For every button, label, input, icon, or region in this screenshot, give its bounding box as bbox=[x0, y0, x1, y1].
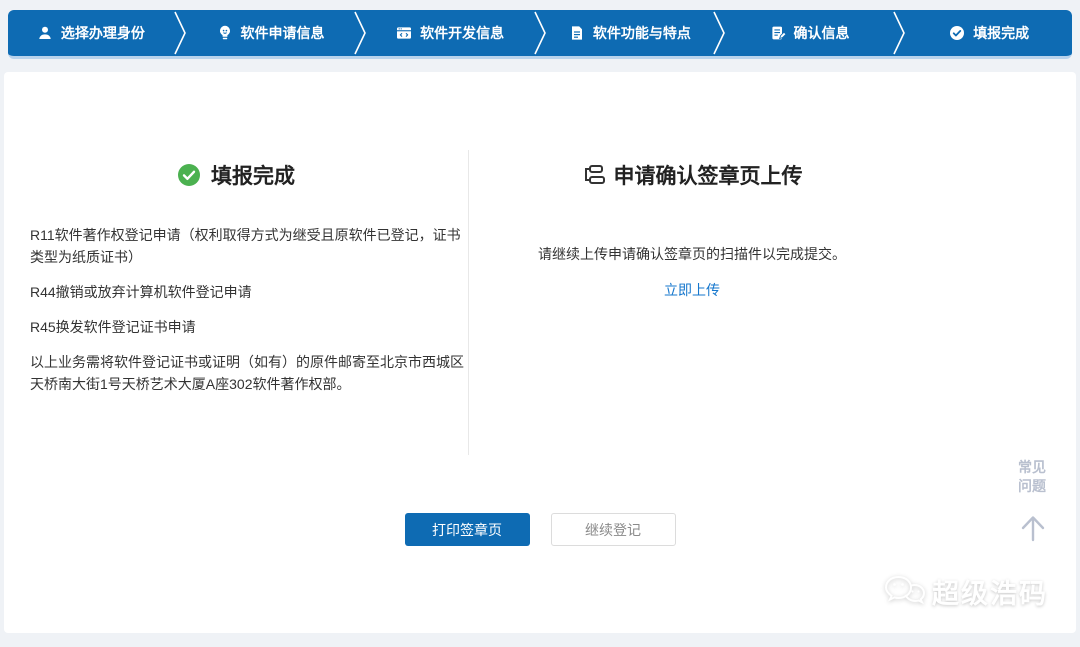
clipboard-edit-icon bbox=[770, 25, 786, 41]
step-label: 填报完成 bbox=[973, 25, 1030, 41]
column-divider bbox=[468, 150, 469, 455]
step-separator bbox=[892, 10, 906, 56]
main-panel: 填报完成 R11软件著作权登记申请（权利取得方式为继受且原软件已登记，证书类型为… bbox=[4, 72, 1076, 633]
upload-heading: 申请确认签章页上传 bbox=[472, 160, 912, 190]
step-complete[interactable]: 填报完成 bbox=[906, 10, 1072, 56]
notice-text-block: R11软件著作权登记申请（权利取得方式为继受且原软件已登记，证书类型为纸质证书）… bbox=[30, 224, 466, 408]
notice-paragraph: R44撤销或放弃计算机软件登记申请 bbox=[30, 284, 252, 300]
stepper-bar: 选择办理身份 软件申请信息 软件开发信息 软件功能与特点 确认信息 填报完成 bbox=[8, 10, 1072, 59]
upload-title: 申请确认签章页上传 bbox=[613, 165, 803, 188]
step-development-info[interactable]: 软件开发信息 bbox=[367, 10, 533, 56]
print-signature-page-button[interactable]: 打印签章页 bbox=[404, 513, 530, 546]
step-separator bbox=[533, 10, 547, 56]
continue-registration-button[interactable]: 继续登记 bbox=[550, 513, 676, 546]
step-label: 软件申请信息 bbox=[240, 25, 325, 41]
faq-label-line1: 常见 bbox=[1018, 459, 1046, 475]
step-label: 软件功能与特点 bbox=[592, 25, 691, 41]
step-confirm-info[interactable]: 确认信息 bbox=[727, 10, 893, 56]
step-features[interactable]: 软件功能与特点 bbox=[547, 10, 713, 56]
document-icon bbox=[569, 25, 585, 41]
step-label: 选择办理身份 bbox=[60, 25, 145, 41]
completion-title: 填报完成 bbox=[211, 165, 295, 188]
notice-paragraph: R45换发软件登记证书申请 bbox=[30, 319, 196, 335]
step-identity[interactable]: 选择办理身份 bbox=[8, 10, 174, 56]
wechat-icon bbox=[883, 574, 927, 610]
notice-paragraph: R11软件著作权登记申请（权利取得方式为继受且原软件已登记，证书类型为纸质证书） bbox=[30, 227, 461, 265]
back-to-top-button[interactable] bbox=[1017, 512, 1049, 544]
completion-heading: 填报完成 bbox=[4, 160, 468, 190]
step-separator bbox=[174, 10, 188, 56]
upload-now-link[interactable]: 立即上传 bbox=[472, 280, 912, 300]
watermark-text: 超级浩码 bbox=[932, 579, 1048, 609]
step-application-info[interactable]: 软件申请信息 bbox=[188, 10, 354, 56]
user-icon bbox=[37, 25, 53, 41]
faq-label-line2: 问题 bbox=[1018, 478, 1046, 494]
check-circle-icon bbox=[949, 25, 965, 41]
arrow-up-icon bbox=[1017, 512, 1049, 544]
action-buttons: 打印签章页 继续登记 bbox=[4, 513, 1076, 546]
step-label: 确认信息 bbox=[793, 25, 850, 41]
code-window-icon bbox=[396, 25, 412, 41]
notice-paragraph: 以上业务需将软件登记证书或证明（如有）的原件邮寄至北京市西城区天桥南大街1号天桥… bbox=[30, 354, 464, 392]
step-separator bbox=[713, 10, 727, 56]
watermark: 超级浩码 bbox=[883, 572, 1048, 611]
upload-description: 请继续上传申请确认签章页的扫描件以完成提交。 bbox=[538, 246, 846, 262]
step-label: 软件开发信息 bbox=[420, 25, 505, 41]
faq-widget[interactable]: 常见 问题 bbox=[1014, 458, 1050, 496]
bulb-icon bbox=[217, 25, 233, 41]
success-check-icon bbox=[177, 163, 201, 187]
step-separator bbox=[353, 10, 367, 56]
upload-flow-icon bbox=[582, 163, 606, 187]
